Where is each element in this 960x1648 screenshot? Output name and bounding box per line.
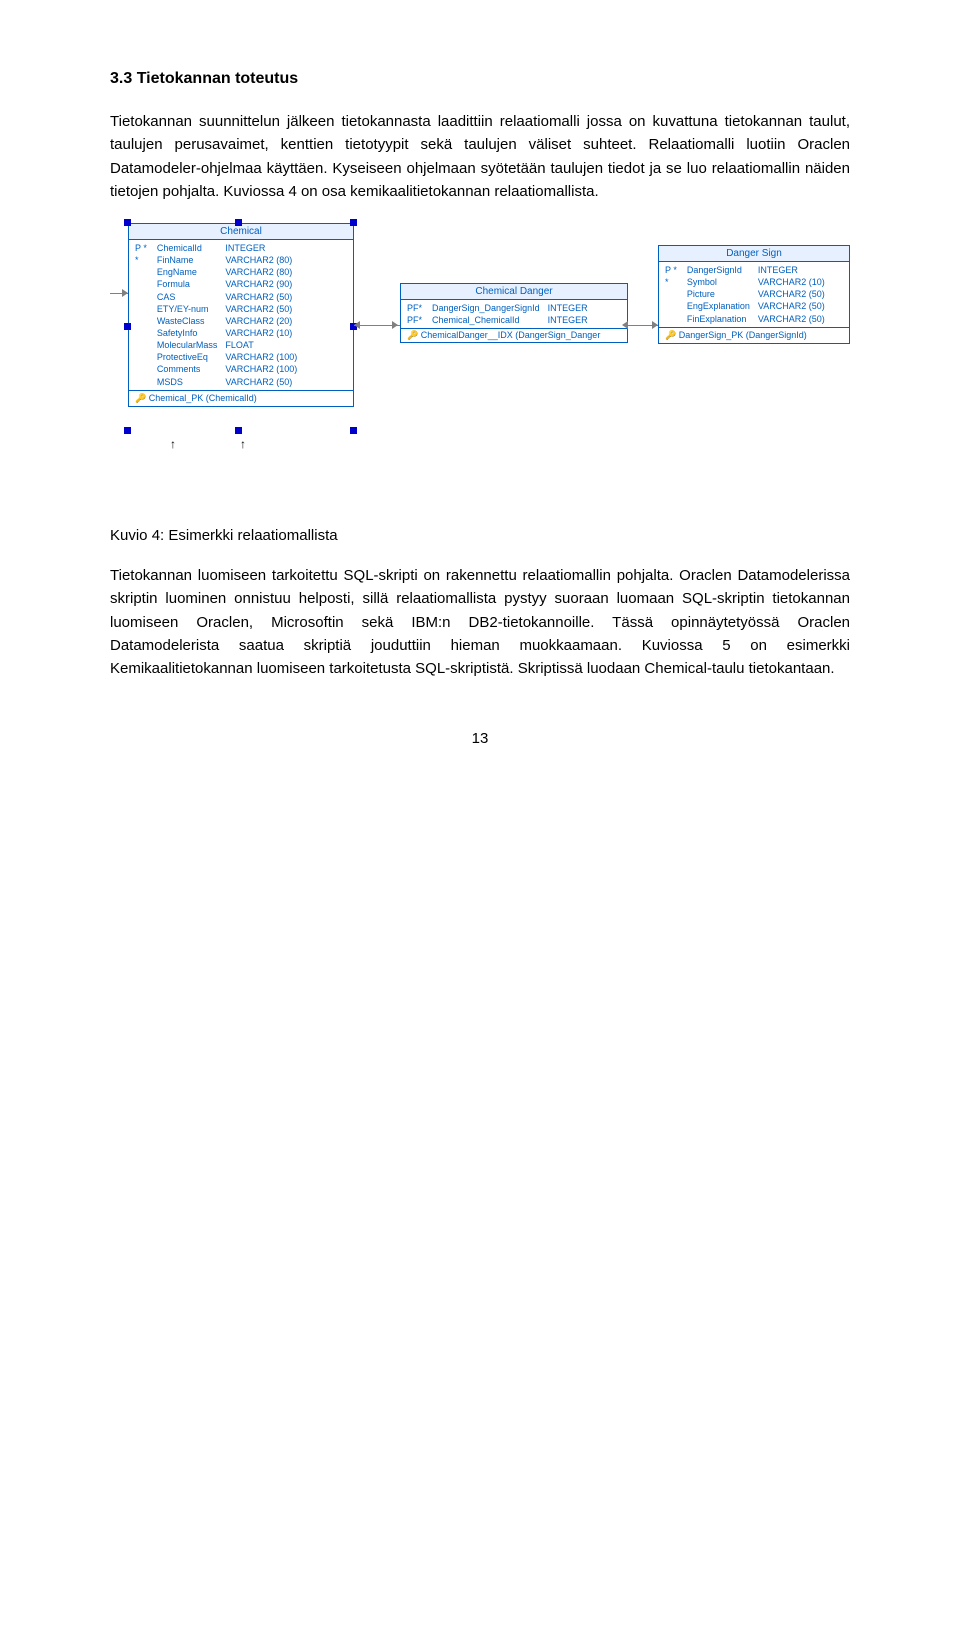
figure-caption: Kuvio 4: Esimerkki relaatiomallista [110, 527, 850, 544]
arrowhead-left-icon [354, 321, 360, 329]
er-diagram: Chemical P * * ChemicalId FinName EngNam… [110, 223, 850, 513]
entity-dangersign-title: Danger Sign [659, 246, 849, 262]
selection-handle [235, 427, 242, 434]
entity-chemicaldanger: Chemical Danger PF* PF* DangerSign_Dange… [400, 283, 628, 343]
paragraph-1: Tietokannan suunnittelun jälkeen tietoka… [110, 110, 850, 203]
entity-chemical-title: Chemical [129, 224, 353, 240]
selection-handle [350, 427, 357, 434]
entity-chemical-colnames: P * * [129, 240, 151, 390]
page-number: 13 [110, 730, 850, 747]
up-arrow-icon: ↑ [170, 437, 176, 451]
selection-handle [235, 219, 242, 226]
up-arrow-icon: ↑ [240, 437, 246, 451]
arrowhead-right-icon [122, 289, 128, 297]
entity-chemical: Chemical P * * ChemicalId FinName EngNam… [128, 223, 354, 407]
selection-handle [350, 219, 357, 226]
selection-handle [124, 219, 131, 226]
section-heading: 3.3 Tietokannan toteutus [110, 70, 850, 88]
entity-dangersign: Danger Sign P * * DangerSignId Symbol Pi… [658, 245, 850, 344]
selection-handle [124, 427, 131, 434]
arrowhead-right-icon [392, 321, 398, 329]
arrowhead-left-icon [622, 321, 628, 329]
entity-chemicaldanger-title: Chemical Danger [401, 284, 627, 300]
selection-handle [124, 323, 131, 330]
arrowhead-right-icon [652, 321, 658, 329]
paragraph-2: Tietokannan luomiseen tarkoitettu SQL-sk… [110, 564, 850, 680]
